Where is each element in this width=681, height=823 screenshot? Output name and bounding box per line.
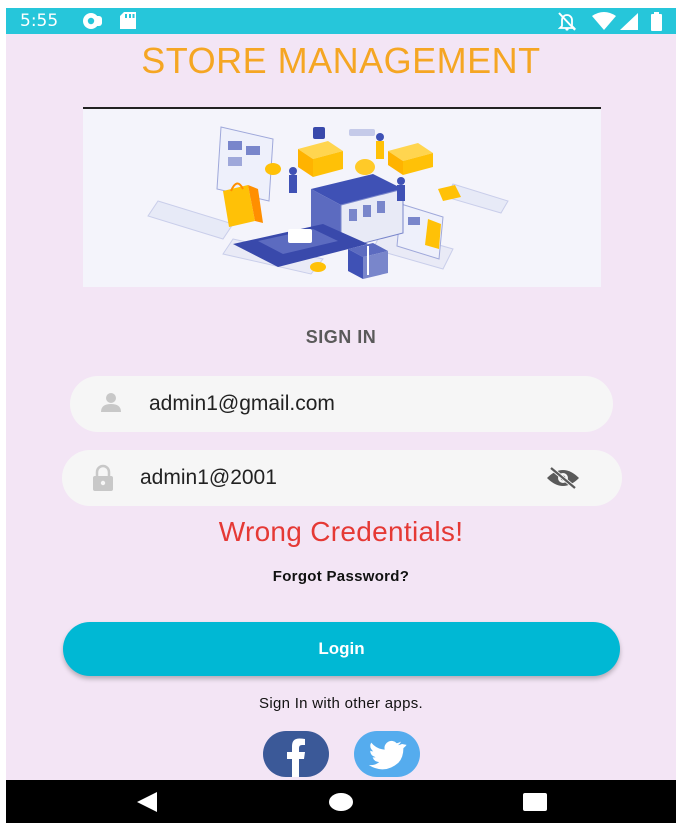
facebook-icon: [287, 738, 305, 777]
battery-icon: [651, 12, 662, 36]
password-value: admin1@2001: [140, 466, 277, 489]
app-title: STORE MANAGEMENT: [141, 40, 541, 81]
wifi-icon: [592, 12, 616, 36]
lock-icon: [90, 464, 116, 497]
email-value: admin1@gmail.com: [149, 392, 335, 415]
home-icon[interactable]: [329, 791, 353, 818]
store-illustration: [83, 109, 601, 287]
status-time: 5:55: [20, 11, 59, 31]
signal-icon: [619, 12, 639, 36]
password-field[interactable]: admin1@2001: [62, 450, 622, 506]
person-icon: [98, 390, 124, 421]
twitter-bird-icon: [368, 740, 407, 770]
system-nav-bar: [6, 780, 676, 823]
recents-icon[interactable]: [522, 791, 548, 818]
sign-in-heading: SIGN IN: [305, 327, 377, 347]
back-icon[interactable]: [135, 791, 159, 818]
forgot-password-link[interactable]: Forgot Password?: [6, 568, 676, 585]
other-apps-label: Sign In with other apps.: [259, 695, 423, 712]
email-field[interactable]: admin1@gmail.com: [70, 376, 613, 432]
visibility-off-icon[interactable]: [545, 466, 581, 495]
notifications-off-icon: [556, 12, 578, 36]
phone-screen: 5:55 STORE MANAGEMENT SIGN IN admin1@gma…: [6, 8, 676, 823]
twitter-button[interactable]: [354, 731, 420, 777]
login-button[interactable]: Login: [63, 622, 620, 676]
sd-card-icon: [120, 12, 136, 34]
app-notification-icon: [82, 12, 104, 35]
error-message: Wrong Credentials!: [218, 516, 464, 547]
facebook-button[interactable]: [263, 731, 329, 777]
status-bar: 5:55: [6, 8, 676, 34]
